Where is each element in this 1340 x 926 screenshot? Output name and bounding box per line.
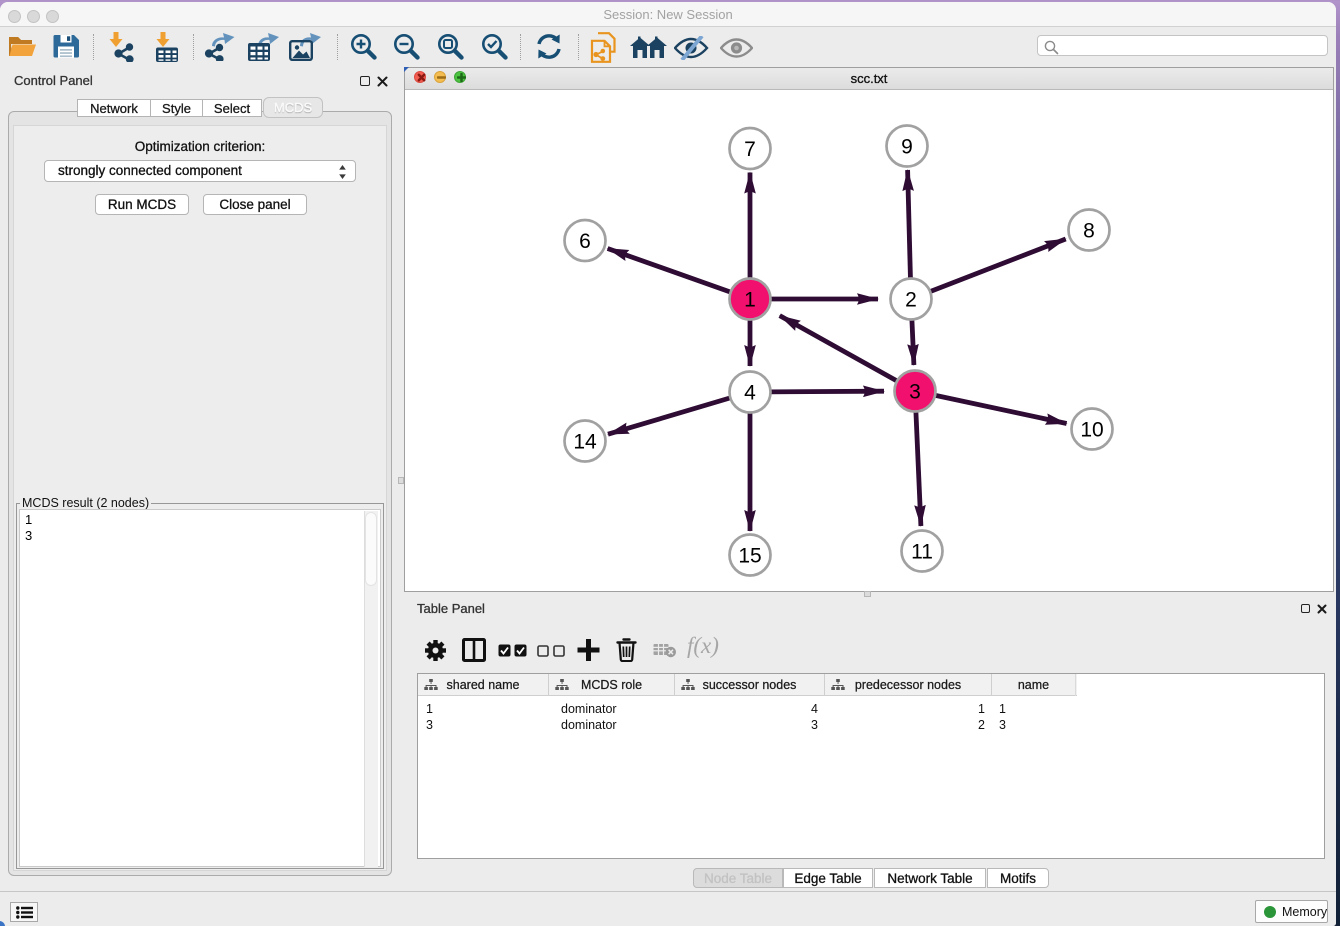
svg-text:15: 15 [738, 545, 761, 568]
svg-text:10: 10 [1080, 419, 1103, 442]
svg-text:11: 11 [911, 541, 933, 564]
svg-text:7: 7 [744, 138, 756, 161]
svg-text:3: 3 [909, 381, 921, 404]
svg-text:6: 6 [579, 230, 591, 253]
svg-text:14: 14 [573, 431, 597, 454]
svg-text:8: 8 [1083, 220, 1095, 243]
svg-text:2: 2 [905, 289, 917, 312]
svg-text:1: 1 [744, 289, 756, 312]
svg-text:4: 4 [744, 382, 756, 405]
svg-text:9: 9 [901, 136, 913, 159]
